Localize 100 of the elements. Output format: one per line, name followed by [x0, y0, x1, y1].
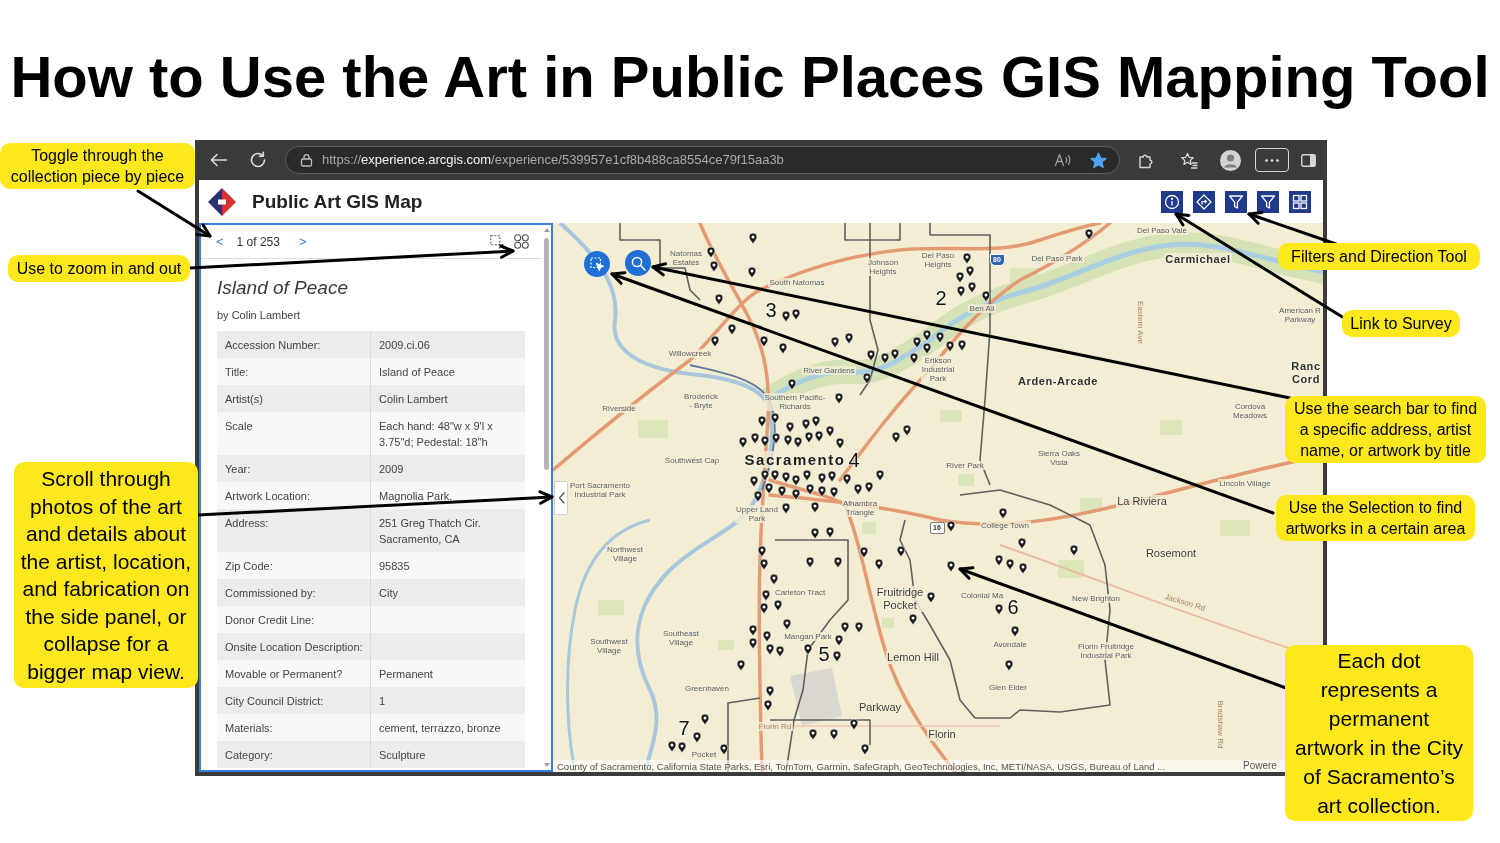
- map-pin-icon[interactable]: [834, 392, 844, 405]
- map-pin-icon[interactable]: [738, 436, 748, 449]
- dashed-square-icon[interactable]: [490, 234, 504, 249]
- map-pin-icon[interactable]: [781, 310, 791, 323]
- map-pin-icon[interactable]: [759, 602, 769, 615]
- map-pin-icon[interactable]: [880, 352, 890, 365]
- map-pin-icon[interactable]: [770, 469, 780, 482]
- map-pin-icon[interactable]: [785, 421, 795, 434]
- map-pin-icon[interactable]: [791, 488, 801, 501]
- avatar-icon[interactable]: [1220, 149, 1241, 171]
- map-pin-icon[interactable]: [677, 741, 687, 754]
- map-pin-icon[interactable]: [1018, 562, 1028, 575]
- map-pin-icon[interactable]: [840, 621, 850, 634]
- map-pin-icon[interactable]: [759, 558, 769, 571]
- refresh-icon[interactable]: [249, 151, 267, 169]
- map-pin-icon[interactable]: [760, 469, 770, 482]
- map-pin-icon[interactable]: [748, 232, 758, 245]
- map-pin-icon[interactable]: [757, 415, 767, 428]
- map-pin-icon[interactable]: [770, 412, 780, 425]
- map-pin-icon[interactable]: [706, 246, 716, 259]
- map-pin-icon[interactable]: [955, 271, 965, 284]
- map-pin-icon[interactable]: [962, 252, 972, 265]
- map-pin-icon[interactable]: [700, 713, 710, 726]
- map-pin-icon[interactable]: [771, 432, 781, 445]
- map-pin-icon[interactable]: [1004, 659, 1014, 672]
- map-pin-icon[interactable]: [896, 545, 906, 558]
- map-pin-icon[interactable]: [835, 437, 845, 450]
- map-pin-icon[interactable]: [862, 372, 872, 385]
- map-pin-icon[interactable]: [912, 336, 922, 349]
- map-pin-icon[interactable]: [810, 527, 820, 540]
- map-pin-icon[interactable]: [998, 507, 1008, 520]
- map-pin-icon[interactable]: [764, 482, 774, 495]
- address-bar[interactable]: https://experience.arcgis.com/experience/539957e1cf8b488ca8554ce79f15aa3b: [285, 146, 1120, 174]
- back-arrow-icon[interactable]: [210, 151, 228, 169]
- map-pin-icon[interactable]: [965, 265, 975, 278]
- map-pin-icon[interactable]: [804, 431, 814, 444]
- map-pin-icon[interactable]: [1069, 544, 1079, 557]
- map-pin-icon[interactable]: [769, 573, 779, 586]
- url-text[interactable]: https://experience.arcgis.com/experience/539957e1cf8b488ca8554ce79f15aa3b: [322, 152, 784, 168]
- map-pin-icon[interactable]: [874, 558, 884, 571]
- sidebar-icon[interactable]: [1301, 153, 1316, 167]
- map-pin-icon[interactable]: [750, 432, 760, 445]
- map-pin-icon[interactable]: [692, 731, 702, 744]
- map-pin-icon[interactable]: [753, 490, 763, 503]
- map-pin-icon[interactable]: [810, 501, 820, 514]
- map-pin-icon[interactable]: [773, 599, 783, 612]
- map-pin-icon[interactable]: [714, 293, 724, 306]
- map-pin-icon[interactable]: [827, 470, 837, 483]
- next-button[interactable]: >: [298, 233, 307, 250]
- map-pin-icon[interactable]: [890, 348, 900, 361]
- map-pin-icon[interactable]: [875, 469, 885, 482]
- scroll-up-icon[interactable]: [543, 228, 550, 232]
- map-pin-icon[interactable]: [833, 556, 843, 569]
- map-pin-icon[interactable]: [902, 424, 912, 437]
- map-pin-icon[interactable]: [782, 618, 792, 631]
- map-pin-icon[interactable]: [908, 613, 918, 626]
- map-pin-icon[interactable]: [994, 603, 1004, 616]
- map-pin-icon[interactable]: [1010, 625, 1020, 638]
- map-pin-icon[interactable]: [802, 469, 812, 482]
- favorites-icon[interactable]: [1181, 151, 1198, 169]
- map-pin-icon[interactable]: [854, 621, 864, 634]
- map-pin-icon[interactable]: [866, 349, 876, 362]
- map-pin-icon[interactable]: [759, 335, 769, 348]
- map-pin-icon[interactable]: [719, 743, 729, 756]
- info-button[interactable]: [1161, 190, 1183, 213]
- map-pin-icon[interactable]: [778, 342, 788, 355]
- powered-by-text[interactable]: Powere: [1243, 760, 1277, 772]
- map-pin-icon[interactable]: [762, 630, 772, 643]
- map-pin-icon[interactable]: [994, 554, 1004, 567]
- map-pin-icon[interactable]: [926, 591, 936, 604]
- map-pin-icon[interactable]: [832, 650, 842, 663]
- map-pin-icon[interactable]: [864, 481, 874, 494]
- map-pin-icon[interactable]: [830, 336, 840, 349]
- filter-button[interactable]: [1225, 190, 1247, 213]
- map-pin-icon[interactable]: [763, 699, 773, 712]
- map-pin-icon[interactable]: [1017, 537, 1027, 550]
- map-pin-icon[interactable]: [957, 339, 967, 352]
- map-pin-icon[interactable]: [801, 418, 811, 431]
- more-button[interactable]: [1255, 148, 1289, 172]
- map-pin-icon[interactable]: [922, 342, 932, 355]
- scroll-down-icon[interactable]: [543, 763, 550, 767]
- map-pin-icon[interactable]: [808, 728, 818, 741]
- map-pin-icon[interactable]: [781, 471, 791, 484]
- map-pin-icon[interactable]: [853, 483, 863, 496]
- map-pin-icon[interactable]: [817, 485, 827, 498]
- map-pin-icon[interactable]: [787, 378, 797, 391]
- map-pin-icon[interactable]: [844, 332, 854, 345]
- map-pin-icon[interactable]: [859, 546, 869, 559]
- map-pin-icon[interactable]: [803, 643, 813, 656]
- map-pin-icon[interactable]: [981, 290, 991, 303]
- map-pin-icon[interactable]: [825, 526, 835, 539]
- filter-button[interactable]: [1257, 190, 1279, 213]
- star-icon[interactable]: [1090, 151, 1107, 169]
- map-pin-icon[interactable]: [817, 472, 827, 485]
- map-pin-icon[interactable]: [805, 483, 815, 496]
- map-pin-icon[interactable]: [757, 545, 767, 558]
- map-pin-icon[interactable]: [825, 425, 835, 438]
- map-pin-icon[interactable]: [727, 323, 737, 336]
- map-pin-icon[interactable]: [747, 266, 757, 279]
- map-pin-icon[interactable]: [935, 331, 945, 344]
